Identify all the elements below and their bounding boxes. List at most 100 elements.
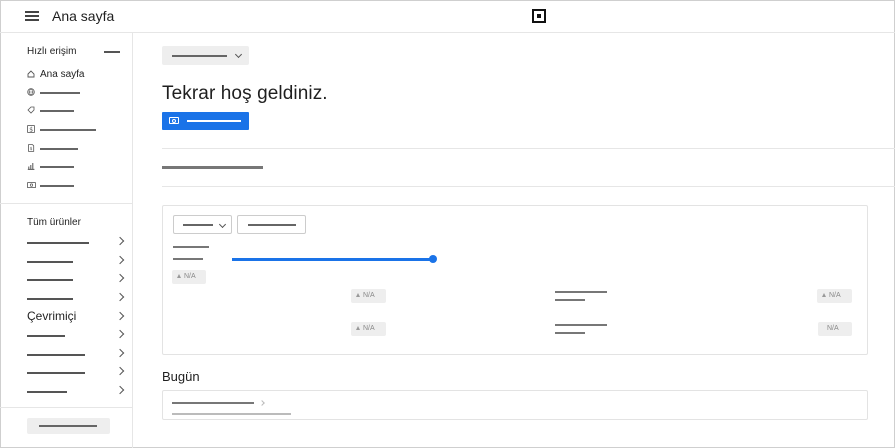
chevron-down-icon bbox=[234, 50, 243, 59]
change-badge: N/A bbox=[817, 289, 852, 303]
period-select[interactable] bbox=[173, 215, 232, 234]
sidebar-item-globe[interactable] bbox=[27, 87, 127, 99]
period-select-placeholder bbox=[183, 224, 213, 226]
product-item-placeholder bbox=[27, 335, 65, 337]
sidebar-item-placeholder bbox=[40, 92, 80, 94]
sidebar-item-placeholder bbox=[40, 185, 74, 187]
quick-access-collapse-dash[interactable] bbox=[104, 51, 120, 53]
product-item-online[interactable]: Çevrimiçi bbox=[27, 309, 125, 324]
primary-action-button[interactable] bbox=[162, 112, 249, 130]
chevron-right-icon bbox=[115, 311, 125, 321]
metric-value-placeholder bbox=[173, 258, 203, 260]
tag-icon bbox=[27, 106, 35, 114]
product-item[interactable] bbox=[27, 385, 125, 398]
sidebar-item-reports[interactable] bbox=[27, 161, 127, 173]
chart-icon bbox=[27, 162, 35, 170]
product-item-placeholder bbox=[27, 372, 85, 374]
divider bbox=[162, 186, 895, 187]
globe-icon bbox=[27, 88, 35, 96]
today-label-placeholder bbox=[172, 402, 254, 404]
chevron-right-icon bbox=[259, 400, 265, 406]
product-item-label: Çevrimiçi bbox=[27, 309, 77, 323]
change-badge-text: N/A bbox=[184, 273, 196, 280]
cash-icon bbox=[27, 181, 36, 189]
location-select-placeholder bbox=[172, 55, 227, 57]
metric-value-placeholder bbox=[555, 299, 585, 301]
today-card[interactable] bbox=[162, 390, 868, 420]
change-badge-text: N/A bbox=[829, 292, 841, 299]
change-badge: N/A bbox=[818, 322, 852, 336]
chevron-down-icon bbox=[218, 220, 227, 229]
svg-text:$: $ bbox=[30, 146, 33, 152]
location-select[interactable] bbox=[162, 46, 249, 65]
metric-label-placeholder bbox=[555, 324, 607, 326]
product-item[interactable] bbox=[27, 273, 125, 286]
sidebar-item-dollar[interactable]: $ bbox=[27, 124, 127, 136]
dollar-icon: $ bbox=[27, 125, 35, 133]
product-item[interactable] bbox=[27, 348, 125, 361]
cash-icon bbox=[169, 117, 179, 124]
product-item[interactable] bbox=[27, 329, 125, 342]
top-header: Ana sayfa bbox=[0, 0, 895, 33]
chevron-right-icon bbox=[115, 273, 125, 283]
sidebar-divider bbox=[0, 203, 133, 204]
chevron-right-icon bbox=[115, 292, 125, 302]
chevron-right-icon bbox=[115, 236, 125, 246]
sidebar-footer-button-placeholder bbox=[39, 425, 97, 427]
home-icon bbox=[27, 70, 35, 78]
product-item-placeholder bbox=[27, 354, 85, 356]
date-field-placeholder bbox=[248, 224, 296, 226]
sidebar-item-tag[interactable] bbox=[27, 105, 127, 117]
chevron-right-icon bbox=[115, 385, 125, 395]
today-sub-placeholder bbox=[172, 413, 291, 415]
product-item[interactable] bbox=[27, 366, 125, 379]
metric-label-placeholder bbox=[173, 246, 209, 248]
sidebar-item-placeholder bbox=[40, 148, 78, 150]
hamburger-menu-icon[interactable] bbox=[25, 10, 39, 22]
change-badge: N/A bbox=[351, 322, 386, 336]
arrow-up-icon bbox=[177, 274, 181, 278]
sidebar-footer-button[interactable] bbox=[27, 418, 110, 434]
sales-trend-point[interactable] bbox=[429, 255, 437, 263]
chevron-right-icon bbox=[115, 329, 125, 339]
product-item[interactable] bbox=[27, 236, 125, 249]
change-badge-text: N/A bbox=[363, 292, 375, 299]
sidebar-item-placeholder bbox=[40, 129, 96, 131]
product-item-placeholder bbox=[27, 298, 73, 300]
chevron-right-icon bbox=[115, 366, 125, 376]
main-content: Tekrar hoş geldiniz. N/A N/A N/A N/A N/A… bbox=[134, 33, 895, 448]
sidebar-item-home[interactable]: Ana sayfa bbox=[27, 69, 127, 81]
chevron-right-icon bbox=[115, 255, 125, 265]
sidebar-item-invoice[interactable]: $ bbox=[27, 143, 127, 155]
invoice-icon: $ bbox=[27, 144, 35, 152]
product-item-placeholder bbox=[27, 261, 73, 263]
square-logo-icon[interactable] bbox=[532, 9, 546, 23]
product-item-placeholder bbox=[27, 242, 89, 244]
welcome-heading: Tekrar hoş geldiniz. bbox=[162, 83, 328, 104]
change-badge: N/A bbox=[351, 289, 386, 303]
change-badge: N/A bbox=[172, 270, 206, 284]
sidebar-item-label: Ana sayfa bbox=[40, 69, 85, 80]
metric-label-placeholder bbox=[555, 291, 607, 293]
change-badge-text: N/A bbox=[363, 325, 375, 332]
change-badge-text: N/A bbox=[827, 325, 839, 332]
sidebar-item-placeholder bbox=[40, 166, 74, 168]
divider bbox=[162, 148, 895, 149]
product-item[interactable] bbox=[27, 292, 125, 305]
sidebar: Hızlı erişim Ana sayfa $ $ Tüm ürünler Ç… bbox=[0, 33, 133, 448]
arrow-up-icon bbox=[356, 293, 360, 297]
section-heading-placeholder bbox=[162, 166, 263, 169]
all-products-title: Tüm ürünler bbox=[27, 217, 81, 228]
metric-value-placeholder bbox=[555, 332, 585, 334]
product-item-placeholder bbox=[27, 391, 67, 393]
chevron-right-icon bbox=[115, 348, 125, 358]
sidebar-item-cash[interactable] bbox=[27, 180, 127, 192]
sidebar-item-placeholder bbox=[40, 110, 74, 112]
product-item[interactable] bbox=[27, 255, 125, 268]
page-title: Ana sayfa bbox=[52, 8, 115, 24]
arrow-up-icon bbox=[356, 326, 360, 330]
svg-text:$: $ bbox=[29, 126, 33, 133]
date-field[interactable] bbox=[237, 215, 306, 234]
sales-trend-line[interactable] bbox=[232, 258, 433, 261]
sidebar-divider bbox=[0, 407, 133, 408]
